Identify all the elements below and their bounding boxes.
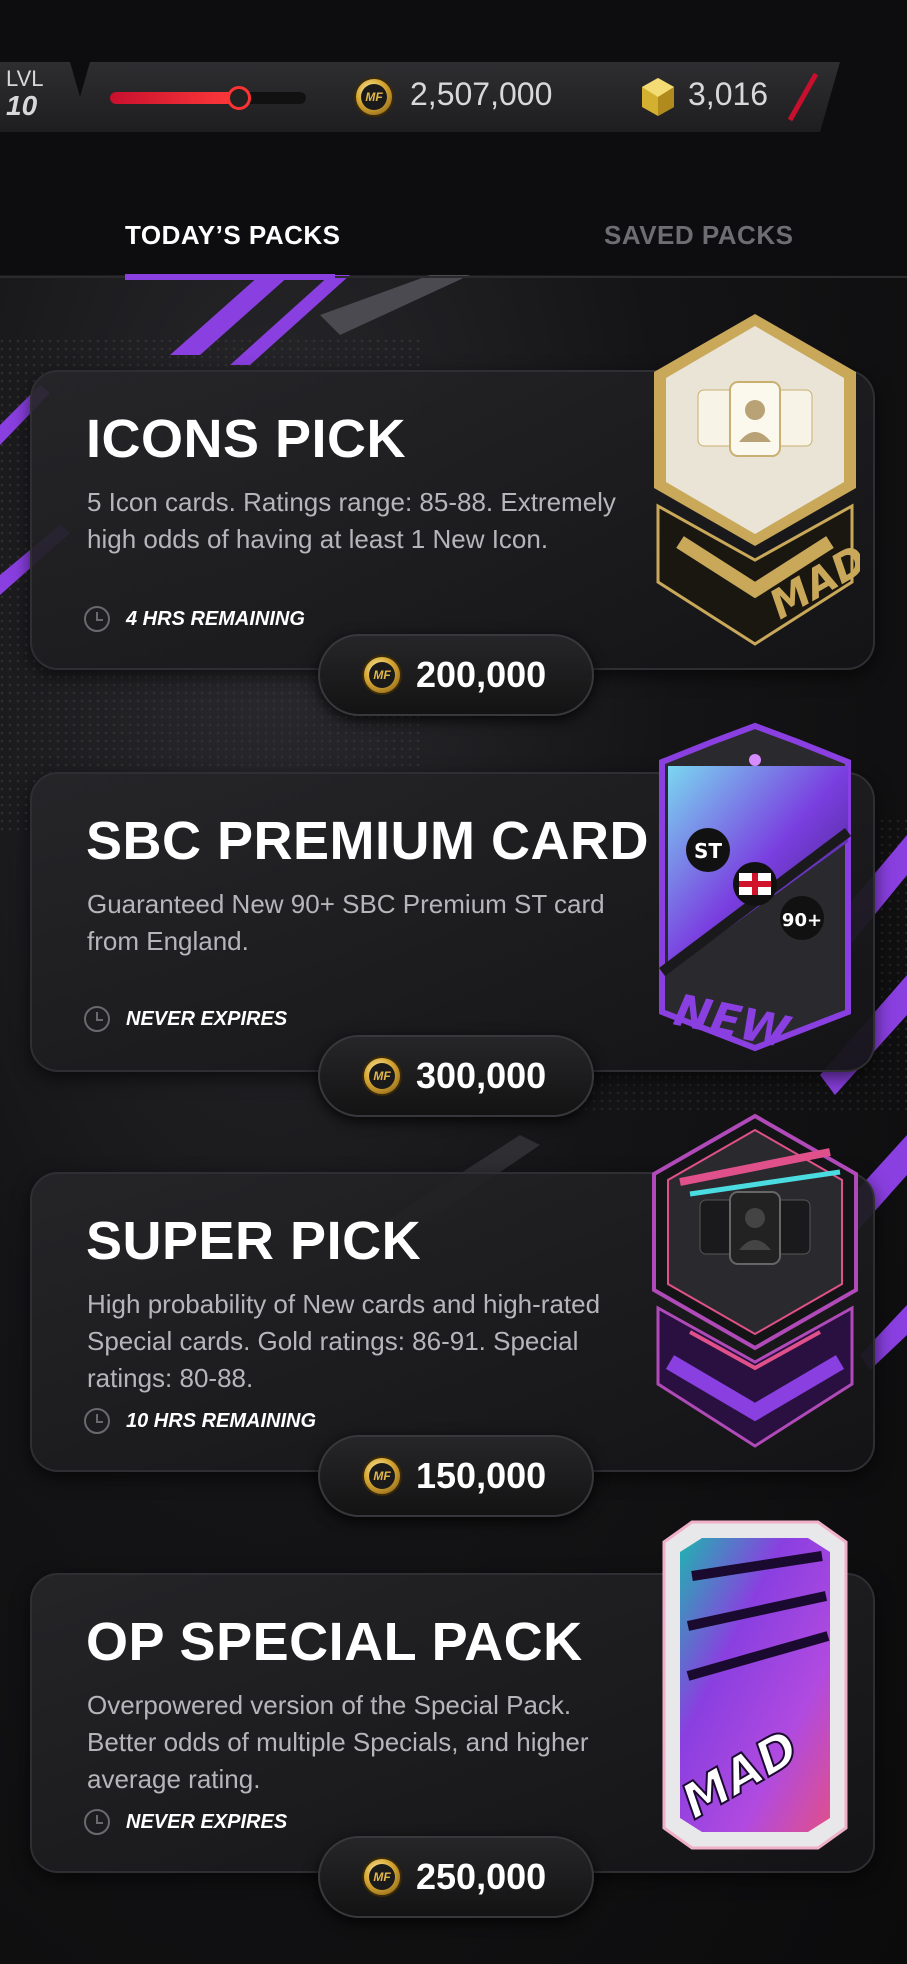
pack-timer: 4 HRS REMAINING	[84, 606, 305, 632]
level-indicator: LVL 10	[6, 68, 44, 120]
pack-description: Overpowered version of the Special Pack.…	[87, 1690, 589, 1794]
op-special-pack-icon: MAD	[662, 1520, 848, 1850]
level-value: 10	[6, 90, 38, 121]
buy-sbc-premium-button[interactable]: MF 300,000	[318, 1035, 594, 1117]
pack-timer: 10 HRS REMAINING	[84, 1408, 316, 1434]
buy-op-special-button[interactable]: MF 250,000	[318, 1836, 594, 1918]
coin-icon: MF	[362, 1857, 402, 1897]
pack-timer: NEVER EXPIRES	[84, 1006, 287, 1032]
active-tab-indicator	[125, 274, 335, 280]
top-status-bar: LVL 10 MF 2,507,000 3,016	[0, 62, 907, 132]
clock-icon	[84, 1809, 110, 1835]
position-badge: ST	[694, 839, 722, 863]
pack-description: Guaranteed New 90+ SBC Premium ST card f…	[87, 889, 605, 956]
pack-title: OP SPECIAL PACK	[86, 1612, 583, 1672]
xp-progress-bar	[110, 86, 306, 110]
coin-icon: MF	[362, 1456, 402, 1496]
buy-super-pick-button[interactable]: MF 150,000	[318, 1435, 594, 1517]
slash-decor-icon	[787, 72, 819, 122]
pack-timer: NEVER EXPIRES	[84, 1809, 287, 1835]
buy-icons-pick-button[interactable]: MF 200,000	[318, 634, 594, 716]
tab-todays-packs[interactable]: TODAY’S PACKS	[125, 220, 341, 251]
tab-saved-packs[interactable]: SAVED PACKS	[604, 220, 793, 251]
xp-progress-fill	[110, 92, 240, 104]
clock-icon	[84, 1408, 110, 1434]
coin-icon: MF	[362, 655, 402, 695]
pack-price: 200,000	[416, 654, 547, 695]
coin-balance[interactable]: 2,507,000	[410, 76, 552, 113]
super-pick-pack-icon	[652, 1113, 858, 1448]
pack-price: 300,000	[416, 1055, 547, 1096]
pack-description: 5 Icon cards. Ratings range: 85-88. Extr…	[87, 487, 616, 554]
pack-title: SUPER PICK	[86, 1211, 422, 1271]
gem-icon	[642, 78, 674, 116]
icons-pick-pack-icon: MAD	[654, 314, 860, 646]
coin-icon: MF	[354, 77, 394, 117]
level-label: LVL	[6, 66, 44, 91]
sbc-premium-card-icon: ST 90+ NEW	[658, 722, 852, 1052]
pack-description: High probability of New cards and high-r…	[87, 1289, 601, 1393]
gem-balance[interactable]: 3,016	[688, 76, 768, 113]
clock-icon	[84, 606, 110, 632]
pack-price: 150,000	[416, 1455, 547, 1496]
rating-badge: 90+	[782, 910, 822, 931]
clock-icon	[84, 1006, 110, 1032]
pack-title: ICONS PICK	[86, 409, 407, 469]
coin-icon: MF	[362, 1056, 402, 1096]
pack-price: 250,000	[416, 1856, 547, 1897]
pack-title: SBC PREMIUM CARD	[86, 811, 650, 871]
